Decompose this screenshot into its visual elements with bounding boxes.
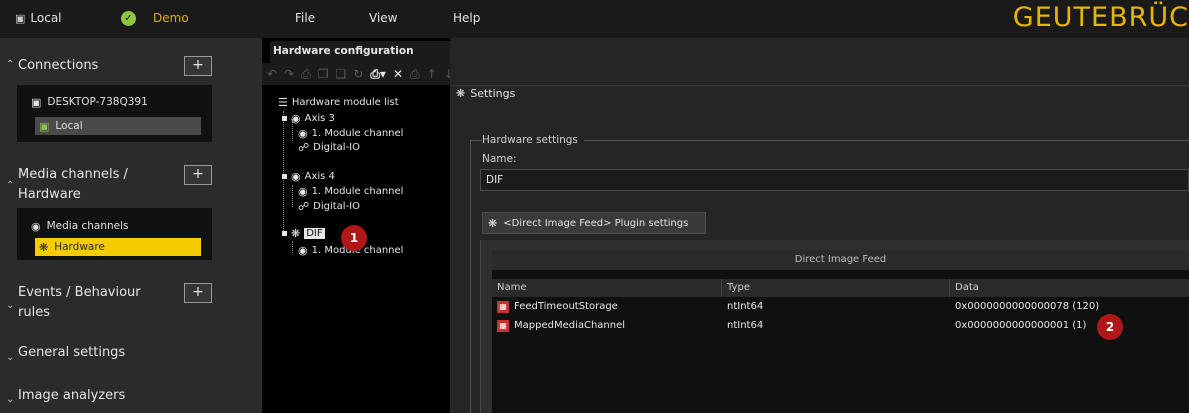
server-icon: ▣: [15, 11, 26, 25]
row-type: ntInt64: [727, 301, 764, 312]
server-icon: ▣: [39, 119, 50, 133]
chevron-down-icon[interactable]: ⌄: [6, 394, 14, 405]
tree-node-axis3[interactable]: ◉ Axis 3: [282, 113, 335, 124]
tree-node-dif[interactable]: ❋ DIF: [282, 228, 325, 239]
hardware-settings-group-label: Hardware settings: [482, 134, 584, 146]
nav-item-desktop[interactable]: ▣ DESKTOP-738Q391: [31, 96, 148, 108]
tree-node-axis3-io[interactable]: ☍ Digital-IO: [298, 142, 360, 153]
row-data: 0x0000000000000001 (1): [955, 320, 1087, 331]
hardware-config-header: Hardware configuration: [270, 41, 450, 63]
direct-image-feed-table: Direct Image Feed Name Type Data ▦ FeedT…: [492, 250, 1189, 413]
brand-logo: GEUTEBRÜC: [1012, 2, 1189, 33]
plugin-settings-button[interactable]: ❋ <Direct Image Feed> Plugin settings: [482, 212, 706, 234]
top-bar: ▣ Local ✓ Demo File View Help GEUTEBRÜC: [0, 0, 1189, 38]
row-type: ntInt64: [727, 320, 764, 331]
tree-node-axis3-channel[interactable]: ◉ 1. Module channel: [298, 128, 403, 139]
table-row[interactable]: ▦ FeedTimeoutStorage ntInt64 0x000000000…: [492, 297, 1189, 317]
nav-item-local[interactable]: ▣ Local: [35, 117, 201, 135]
annotation-badge-2: 2: [1097, 314, 1123, 340]
plugin-icon: ❋: [488, 216, 498, 230]
tree-node-axis4-io[interactable]: ☍ Digital-IO: [298, 201, 360, 212]
camera-icon: ◉: [291, 170, 301, 183]
properties-icon[interactable]: ⎙: [410, 67, 420, 82]
add-event-button[interactable]: +: [184, 283, 212, 303]
chevron-up-icon[interactable]: ⌃: [6, 180, 14, 191]
collapse-toggle-icon[interactable]: [282, 231, 287, 236]
chevron-up-icon[interactable]: ⌃: [6, 59, 14, 70]
nav-section-media-title[interactable]: Media channels / Hardware: [18, 165, 128, 205]
collapse-toggle-icon[interactable]: [282, 174, 287, 179]
tree-connector: [292, 241, 293, 253]
name-label: Name:: [482, 153, 517, 165]
add-module-icon[interactable]: ⎙▾: [370, 67, 386, 82]
table-title: Direct Image Feed: [492, 250, 1189, 270]
undo-icon[interactable]: ↶: [267, 67, 277, 81]
copy-icon[interactable]: ❐: [318, 67, 329, 81]
tree-node-axis4[interactable]: ◉ Axis 4: [282, 171, 335, 182]
io-icon: ☍: [298, 200, 310, 213]
camera-icon: ◉: [298, 185, 308, 198]
hardware-toolbar: ↶ ↷ ⎙ ❐ ❑ ↻ ⎙▾ ✕ ⎙ ↑ ↓: [262, 63, 454, 85]
property-icon: ▦: [497, 320, 509, 332]
move-up-icon[interactable]: ↑: [427, 67, 437, 81]
nav-section-general-settings[interactable]: General settings: [18, 343, 125, 363]
table-header: Name Type Data: [492, 279, 1189, 297]
nav-section-events[interactable]: Events / Behaviour rules: [18, 283, 141, 323]
column-header-type[interactable]: Type: [722, 279, 950, 297]
server-icon: ▣: [31, 95, 42, 109]
tree-node-axis4-channel[interactable]: ◉ 1. Module channel: [298, 186, 403, 197]
list-icon: ☰: [278, 96, 288, 109]
redo-icon[interactable]: ↷: [284, 67, 294, 81]
camera-icon: ◉: [298, 244, 308, 257]
row-name: MappedMediaChannel: [514, 320, 626, 331]
annotation-badge-1: 1: [341, 225, 367, 251]
tree-connector: [292, 185, 293, 207]
column-header-name[interactable]: Name: [492, 279, 722, 297]
table-row[interactable]: ▦ MappedMediaChannel ntInt64 0x000000000…: [492, 316, 1189, 336]
refresh-icon[interactable]: ↻: [353, 67, 363, 81]
chevron-down-icon[interactable]: ⌄: [6, 352, 14, 363]
chevron-down-icon[interactable]: ⌄: [6, 300, 14, 311]
add-connection-button[interactable]: +: [184, 56, 212, 76]
add-media-button[interactable]: +: [184, 165, 212, 185]
tree-root[interactable]: ☰ Hardware module list: [278, 97, 399, 108]
group-border: [470, 140, 471, 413]
pane-divider: [450, 85, 1189, 86]
column-header-data[interactable]: Data: [950, 279, 1189, 297]
plugin-icon: ❋: [291, 227, 301, 240]
menu-file[interactable]: File: [295, 11, 315, 25]
camera-icon: ◉: [31, 219, 41, 233]
status-ok-icon: ✓: [121, 11, 136, 26]
connection-indicator[interactable]: ▣ Local: [15, 11, 62, 25]
camera-icon: ◉: [291, 112, 301, 125]
nav-section-connections[interactable]: Connections: [18, 56, 98, 76]
camera-icon: ◉: [298, 127, 308, 140]
paste-icon[interactable]: ❑: [336, 67, 347, 81]
io-icon: ☍: [298, 141, 310, 154]
menu-help[interactable]: Help: [453, 11, 480, 25]
row-name: FeedTimeoutStorage: [514, 301, 618, 312]
nav-item-hardware[interactable]: ❋ Hardware: [35, 238, 201, 256]
name-input[interactable]: [480, 169, 1189, 191]
property-icon: ▦: [497, 301, 509, 313]
left-navigation: ⌃ Connections + ▣ DESKTOP-738Q391 ▣ Loca…: [0, 38, 262, 413]
row-data: 0x0000000000000078 (120): [955, 301, 1100, 312]
connection-label: Local: [30, 11, 62, 25]
menu-view[interactable]: View: [369, 11, 397, 25]
chip-icon: ❋: [39, 240, 49, 254]
print-icon[interactable]: ⎙: [301, 67, 311, 82]
plugin-icon: ❋: [456, 87, 466, 100]
collapse-toggle-icon[interactable]: [282, 116, 287, 121]
nav-section-image-analyzers[interactable]: Image analyzers: [18, 386, 125, 406]
status-label: Demo: [153, 11, 189, 25]
nav-item-media-channels[interactable]: ◉ Media channels: [31, 220, 129, 232]
delete-icon[interactable]: ✕: [393, 67, 403, 81]
settings-tab[interactable]: ❋ Settings: [456, 87, 515, 100]
